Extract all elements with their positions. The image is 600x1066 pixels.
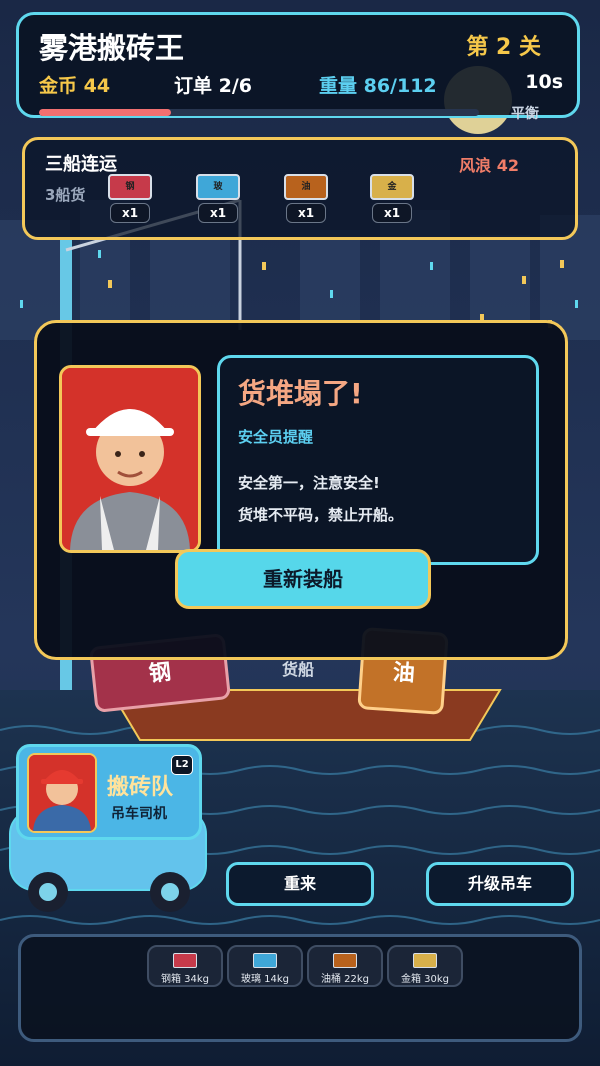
combo-item-qty: x1	[286, 203, 326, 223]
glass-crate-icon	[253, 953, 277, 968]
glass-crate-icon: 玻	[196, 174, 240, 200]
team-role: 吊车司机	[111, 806, 167, 822]
balance-label: 平衡	[511, 106, 539, 122]
inventory-item-oil[interactable]: 油桶 22kg	[307, 945, 383, 987]
dialog-line-2: 货堆不平码，禁止开船。	[238, 506, 404, 524]
weight-counter: 重量 86/112	[319, 75, 437, 97]
inventory-panel: 钢箱 34kg 玻璃 14kg 油桶 22kg 金箱 30kg	[18, 934, 582, 1042]
combo-item-glass: 玻 x1	[195, 174, 241, 223]
level-indicator: 第 2 关	[466, 35, 541, 60]
oil-barrel-icon: 油	[284, 174, 328, 200]
inventory-item-glass[interactable]: 玻璃 14kg	[227, 945, 303, 987]
combo-title: 三船连运	[45, 154, 117, 175]
inventory-item-gold[interactable]: 金箱 30kg	[387, 945, 463, 987]
inventory-item-label: 油桶 22kg	[320, 974, 370, 985]
gold-crate-icon	[413, 953, 437, 968]
inventory-item-label: 玻璃 14kg	[240, 974, 290, 985]
steel-crate-icon: 钢	[108, 174, 152, 200]
reload-ship-button[interactable]: 重新装船	[175, 549, 431, 609]
gold-counter: 金币 44	[39, 75, 111, 97]
combo-panel: 三船连运 风浪 42 3船货 钢 x1 玻 x1 油 x1 金 x1	[22, 137, 578, 240]
game-title: 雾港搬砖王	[39, 31, 185, 65]
crane-driver-avatar	[27, 753, 97, 833]
stats-row: 金币 44 订单 2/6 重量 86/112 10s	[39, 71, 563, 101]
safety-officer-portrait	[59, 365, 201, 553]
combo-item-qty: x1	[372, 203, 412, 223]
dialog-line-1: 安全第一，注意安全!	[238, 474, 380, 492]
combo-item-gold: 金 x1	[369, 174, 415, 223]
inventory-item-label: 钢箱 34kg	[160, 974, 210, 985]
worker-avatar-icon	[62, 368, 198, 550]
collapse-dialog: 货堆塌了! 安全员提醒 安全第一，注意安全! 货堆不平码，禁止开船。 重新装船	[34, 320, 568, 660]
orders-counter: 订单 2/6	[174, 75, 252, 97]
cargo-count-label: 3船货	[45, 186, 86, 204]
combo-item-steel: 钢 x1	[107, 174, 153, 223]
timer: 10s	[525, 71, 563, 93]
dialog-title: 货堆塌了!	[238, 377, 363, 410]
team-card[interactable]: 搬砖队 吊车司机 L2	[16, 744, 202, 840]
inventory-item-label: 金箱 30kg	[400, 974, 450, 985]
dialog-speaker: 安全员提醒	[238, 428, 314, 446]
wind-indicator: 风浪 42	[459, 156, 519, 175]
team-name: 搬砖队	[107, 775, 174, 800]
progress-bar	[39, 109, 479, 116]
inventory-item-steel[interactable]: 钢箱 34kg	[147, 945, 223, 987]
combo-item-qty: x1	[110, 203, 150, 223]
top-hud: 雾港搬砖王 第 2 关 金币 44 订单 2/6 重量 86/112 10s 平…	[16, 12, 580, 122]
upgrade-crane-button[interactable]: 升级吊车	[426, 862, 574, 906]
message-box: 货堆塌了! 安全员提醒 安全第一，注意安全! 货堆不平码，禁止开船。	[217, 355, 539, 565]
team-level-badge: L2	[171, 755, 193, 775]
combo-item-qty: x1	[198, 203, 238, 223]
combo-item-oil: 油 x1	[283, 174, 329, 223]
oil-barrel-icon	[333, 953, 357, 968]
retry-button[interactable]: 重来	[226, 862, 374, 906]
progress-fill	[39, 109, 171, 116]
driver-avatar-icon	[29, 755, 95, 831]
gold-crate-icon: 金	[370, 174, 414, 200]
steel-crate-icon	[173, 953, 197, 968]
